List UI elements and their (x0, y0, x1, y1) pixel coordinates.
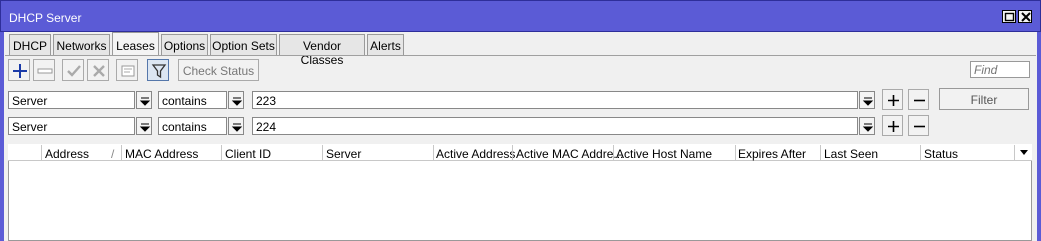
check-status-button[interactable]: Check Status (178, 59, 259, 81)
maximize-icon (1004, 12, 1015, 22)
filter-field-select[interactable]: Server (8, 117, 135, 135)
filter-remove-button[interactable] (908, 115, 929, 136)
tab-leases[interactable]: Leases (112, 32, 159, 56)
minus-icon (914, 99, 925, 102)
column-header-expires-after[interactable]: Expires After (738, 147, 806, 161)
cross-icon (93, 65, 105, 77)
column-header-status[interactable]: Status (924, 147, 958, 161)
filter-add-button[interactable] (882, 115, 903, 136)
column-separator (512, 145, 513, 160)
dropdown-arrow-icon (139, 123, 151, 132)
column-menu-arrow-icon (1020, 150, 1028, 155)
column-separator (1014, 145, 1015, 160)
column-header-server[interactable]: Server (326, 147, 361, 161)
plus-icon (888, 121, 899, 132)
column-header-active-mac-address[interactable]: Active MAC Addre... (516, 147, 623, 161)
dropdown-arrow-icon (231, 97, 243, 106)
column-separator (735, 145, 736, 160)
close-icon (1021, 12, 1031, 22)
maximize-button[interactable] (1002, 10, 1016, 23)
disable-button[interactable] (87, 59, 109, 81)
filter-icon (151, 64, 167, 79)
filter-add-button[interactable] (882, 89, 903, 110)
filter-operator-select[interactable]: contains (158, 117, 227, 135)
filter-value-dropdown[interactable] (859, 91, 875, 109)
filter-operator-dropdown[interactable] (228, 91, 244, 109)
filter-operator-select[interactable]: contains (158, 91, 227, 109)
comment-button[interactable] (116, 59, 138, 81)
column-header-active-address[interactable]: Active Address (436, 147, 515, 161)
filter-value-input[interactable]: 224 (252, 117, 858, 135)
column-separator (920, 145, 921, 160)
filter-toggle-button[interactable] (147, 59, 169, 81)
check-icon (67, 65, 81, 77)
column-header-address[interactable]: Address (45, 147, 89, 161)
filter-value-input[interactable]: 223 (252, 91, 858, 109)
tab-options[interactable]: Options (161, 34, 208, 55)
title-bar[interactable] (0, 0, 1041, 32)
column-header-mac-address[interactable]: MAC Address (125, 147, 198, 161)
filter-remove-button[interactable] (908, 89, 929, 110)
tab-dhcp[interactable]: DHCP (9, 34, 51, 55)
dropdown-arrow-icon (862, 123, 874, 132)
filter-button[interactable]: Filter (939, 88, 1029, 110)
minus-icon (914, 125, 925, 128)
sort-indicator-icon: / (111, 147, 115, 161)
column-header-client-id[interactable]: Client ID (225, 147, 271, 161)
tab-vendor-classes[interactable]: Vendor Classes (279, 34, 365, 67)
column-chooser-button[interactable] (1017, 146, 1031, 159)
column-separator (322, 145, 323, 160)
enable-button[interactable] (62, 59, 84, 81)
remove-button[interactable] (33, 59, 55, 81)
filter-field-dropdown[interactable] (136, 117, 152, 135)
column-separator (613, 145, 614, 160)
tab-alerts[interactable]: Alerts (367, 34, 404, 55)
window-frame-right (1037, 32, 1041, 241)
column-separator (41, 145, 42, 160)
column-separator (820, 145, 821, 160)
add-button[interactable] (8, 59, 30, 81)
dropdown-arrow-icon (862, 97, 874, 106)
column-separator (121, 145, 122, 160)
filter-field-dropdown[interactable] (136, 91, 152, 109)
window-title: DHCP Server (9, 11, 82, 25)
dropdown-arrow-icon (139, 97, 151, 106)
dropdown-arrow-icon (231, 123, 243, 132)
comment-icon (121, 65, 135, 77)
column-separator (221, 145, 222, 160)
column-header-active-host-name[interactable]: Active Host Name (616, 147, 712, 161)
filter-operator-dropdown[interactable] (228, 117, 244, 135)
tab-option-sets[interactable]: Option Sets (210, 34, 277, 55)
column-separator (433, 145, 434, 160)
tab-divider (5, 55, 1036, 56)
close-button[interactable] (1018, 10, 1032, 23)
add-icon (13, 64, 27, 78)
plus-icon (888, 95, 899, 106)
tab-networks[interactable]: Networks (53, 34, 110, 55)
find-input[interactable] (970, 61, 1030, 78)
column-header-last-seen[interactable]: Last Seen (824, 147, 878, 161)
filter-value-dropdown[interactable] (859, 117, 875, 135)
window-frame-left (0, 32, 4, 241)
filter-field-select[interactable]: Server (8, 91, 135, 109)
remove-icon (37, 68, 53, 74)
